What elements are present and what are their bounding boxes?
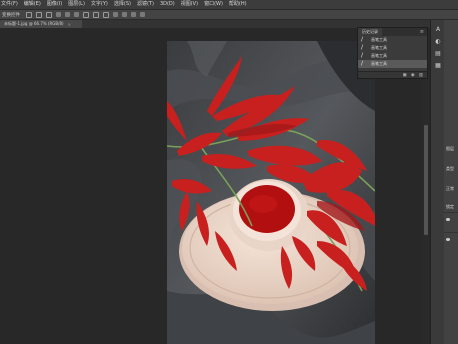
- history-item[interactable]: ∕ 画笔工具: [358, 44, 427, 52]
- history-panel: 历史记录 ≡ ∕ 画笔工具 ∕ 画笔工具 ∕ 画笔工具 ∕ 画笔工具 ▣ ◉ ▥: [357, 27, 428, 79]
- panel-dock-icons: A ◐ ▤ ▦: [430, 20, 444, 344]
- layers-tab[interactable]: 图层: [446, 146, 454, 152]
- document-tab[interactable]: 未标题-1.jpg @ 66.7% (RGB/8) ×: [0, 20, 82, 28]
- close-icon[interactable]: ×: [68, 22, 71, 27]
- visibility-eye-icon[interactable]: [446, 218, 450, 221]
- new-document-from-state-icon[interactable]: ▣: [403, 73, 407, 78]
- libraries-icon[interactable]: ▤: [434, 50, 442, 58]
- divider: [444, 212, 458, 213]
- photo-artwork: [167, 41, 375, 344]
- panel-menu-icon[interactable]: ≡: [420, 28, 424, 36]
- menu-bar: 文件(F) 编辑(E) 图像(I) 图层(L) 文字(Y) 选择(S) 滤镜(T…: [0, 0, 458, 9]
- document-image[interactable]: [167, 41, 375, 344]
- history-item-label: 画笔工具: [371, 53, 387, 58]
- menu-view[interactable]: 视图(V): [181, 0, 198, 9]
- history-panel-footer: ▣ ◉ ▥: [358, 71, 427, 78]
- align-right-icon[interactable]: [46, 11, 52, 18]
- menu-select[interactable]: 选择(S): [114, 0, 131, 9]
- snapshot-icon[interactable]: ◉: [411, 73, 415, 78]
- styles-icon[interactable]: ▦: [434, 62, 442, 70]
- distribute-2-icon[interactable]: [93, 11, 99, 18]
- transform-controls-label[interactable]: 变换控件: [2, 12, 20, 18]
- menu-image[interactable]: 图像(I): [47, 0, 62, 9]
- 3d-mode-3-icon[interactable]: [131, 12, 136, 17]
- options-bar: 变换控件: [0, 9, 458, 20]
- color-icon[interactable]: A: [434, 26, 442, 34]
- menu-type[interactable]: 文字(Y): [91, 0, 108, 9]
- align-top-icon[interactable]: [56, 12, 61, 17]
- align-left-icon[interactable]: [26, 11, 32, 18]
- history-item-label: 画笔工具: [371, 61, 387, 66]
- lock-label: 锁定: [446, 204, 454, 209]
- align-center-icon[interactable]: [36, 11, 42, 18]
- menu-edit[interactable]: 编辑(E): [24, 0, 41, 9]
- 3d-mode-4-icon[interactable]: [140, 12, 145, 17]
- brush-icon: ∕: [361, 52, 364, 59]
- menu-window[interactable]: 窗口(W): [204, 0, 223, 9]
- history-item[interactable]: ∕ 画笔工具: [358, 52, 427, 60]
- history-item[interactable]: ∕ 画笔工具: [358, 36, 427, 44]
- side-panel-peek: 图层 类型 正常 锁定: [444, 20, 458, 344]
- 3d-mode-icon[interactable]: [113, 12, 118, 17]
- history-item-selected[interactable]: ∕ 画笔工具: [358, 60, 427, 68]
- adjustments-icon[interactable]: ◐: [434, 38, 442, 46]
- menu-file[interactable]: 文件(F): [1, 0, 18, 9]
- brush-icon: ∕: [361, 60, 364, 67]
- align-bottom-icon[interactable]: [74, 12, 79, 17]
- blend-mode-label[interactable]: 正常: [446, 186, 454, 192]
- distribute-3-icon[interactable]: [103, 11, 109, 18]
- menu-3d[interactable]: 3D(D): [160, 0, 175, 9]
- history-item-label: 画笔工具: [371, 45, 387, 50]
- menu-layer[interactable]: 图层(L): [68, 0, 85, 9]
- photoshop-window: 文件(F) 编辑(E) 图像(I) 图层(L) 文字(Y) 选择(S) 滤镜(T…: [0, 0, 458, 344]
- align-middle-icon[interactable]: [65, 12, 70, 17]
- menu-help[interactable]: 帮助(H): [229, 0, 247, 9]
- visibility-eye-icon[interactable]: [446, 238, 450, 241]
- menu-filter[interactable]: 滤镜(T): [137, 0, 154, 9]
- tab-history[interactable]: 历史记录: [358, 28, 382, 36]
- brush-icon: ∕: [361, 36, 364, 43]
- trash-icon[interactable]: ▥: [419, 73, 423, 78]
- history-panel-tabs: 历史记录 ≡: [358, 28, 427, 36]
- divider: [444, 232, 458, 233]
- 3d-mode-2-icon[interactable]: [122, 12, 127, 17]
- scrollbar-thumb[interactable]: [424, 125, 428, 235]
- distribute-icon[interactable]: [83, 11, 89, 18]
- history-item-label: 画笔工具: [371, 37, 387, 42]
- filter-kind-label[interactable]: 类型: [446, 166, 454, 172]
- document-tab-title: 未标题-1.jpg @ 66.7% (RGB/8): [4, 21, 64, 26]
- brush-icon: ∕: [361, 44, 364, 51]
